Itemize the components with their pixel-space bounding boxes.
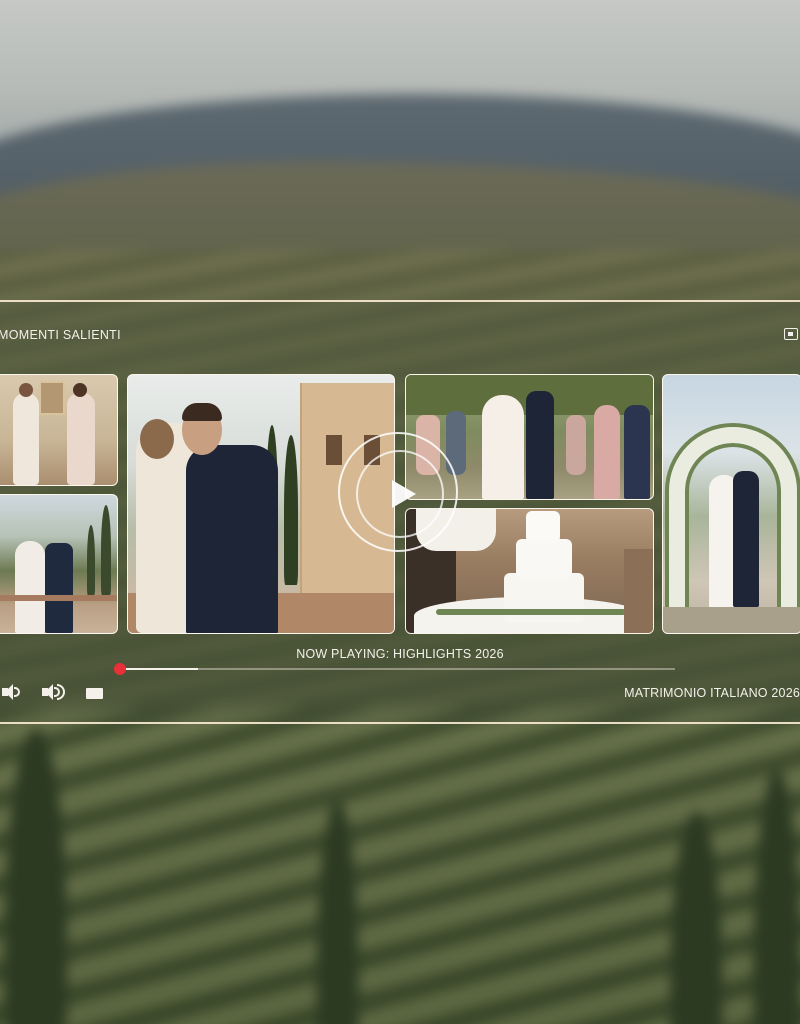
progress-fill — [120, 668, 198, 670]
progress-bar[interactable] — [114, 663, 675, 675]
volume-low-icon — [2, 684, 13, 700]
brand-label: MATRIMONIO ITALIANO 2026 — [624, 686, 800, 700]
gallery-tile-bridal-prep[interactable] — [0, 374, 118, 486]
play-icon — [392, 480, 416, 508]
wedding-video-screen: MOMENTI SALIENTI NOW PLAYING: HIGHLIGHTS… — [0, 0, 800, 1024]
progress-knob[interactable] — [114, 663, 126, 675]
gallery-tile-couple-cypress[interactable] — [0, 494, 118, 634]
gallery-tile-floral-arch[interactable] — [662, 374, 800, 634]
fullscreen-icon[interactable] — [86, 688, 103, 699]
player-title: MOMENTI SALIENTI — [0, 328, 121, 342]
now-playing-label: NOW PLAYING: HIGHLIGHTS 2026 — [296, 647, 504, 661]
video-player[interactable]: MOMENTI SALIENTI NOW PLAYING: HIGHLIGHTS… — [0, 300, 800, 724]
volume-high-icon — [42, 684, 53, 700]
cast-icon[interactable] — [784, 328, 798, 340]
play-button[interactable] — [338, 432, 458, 552]
